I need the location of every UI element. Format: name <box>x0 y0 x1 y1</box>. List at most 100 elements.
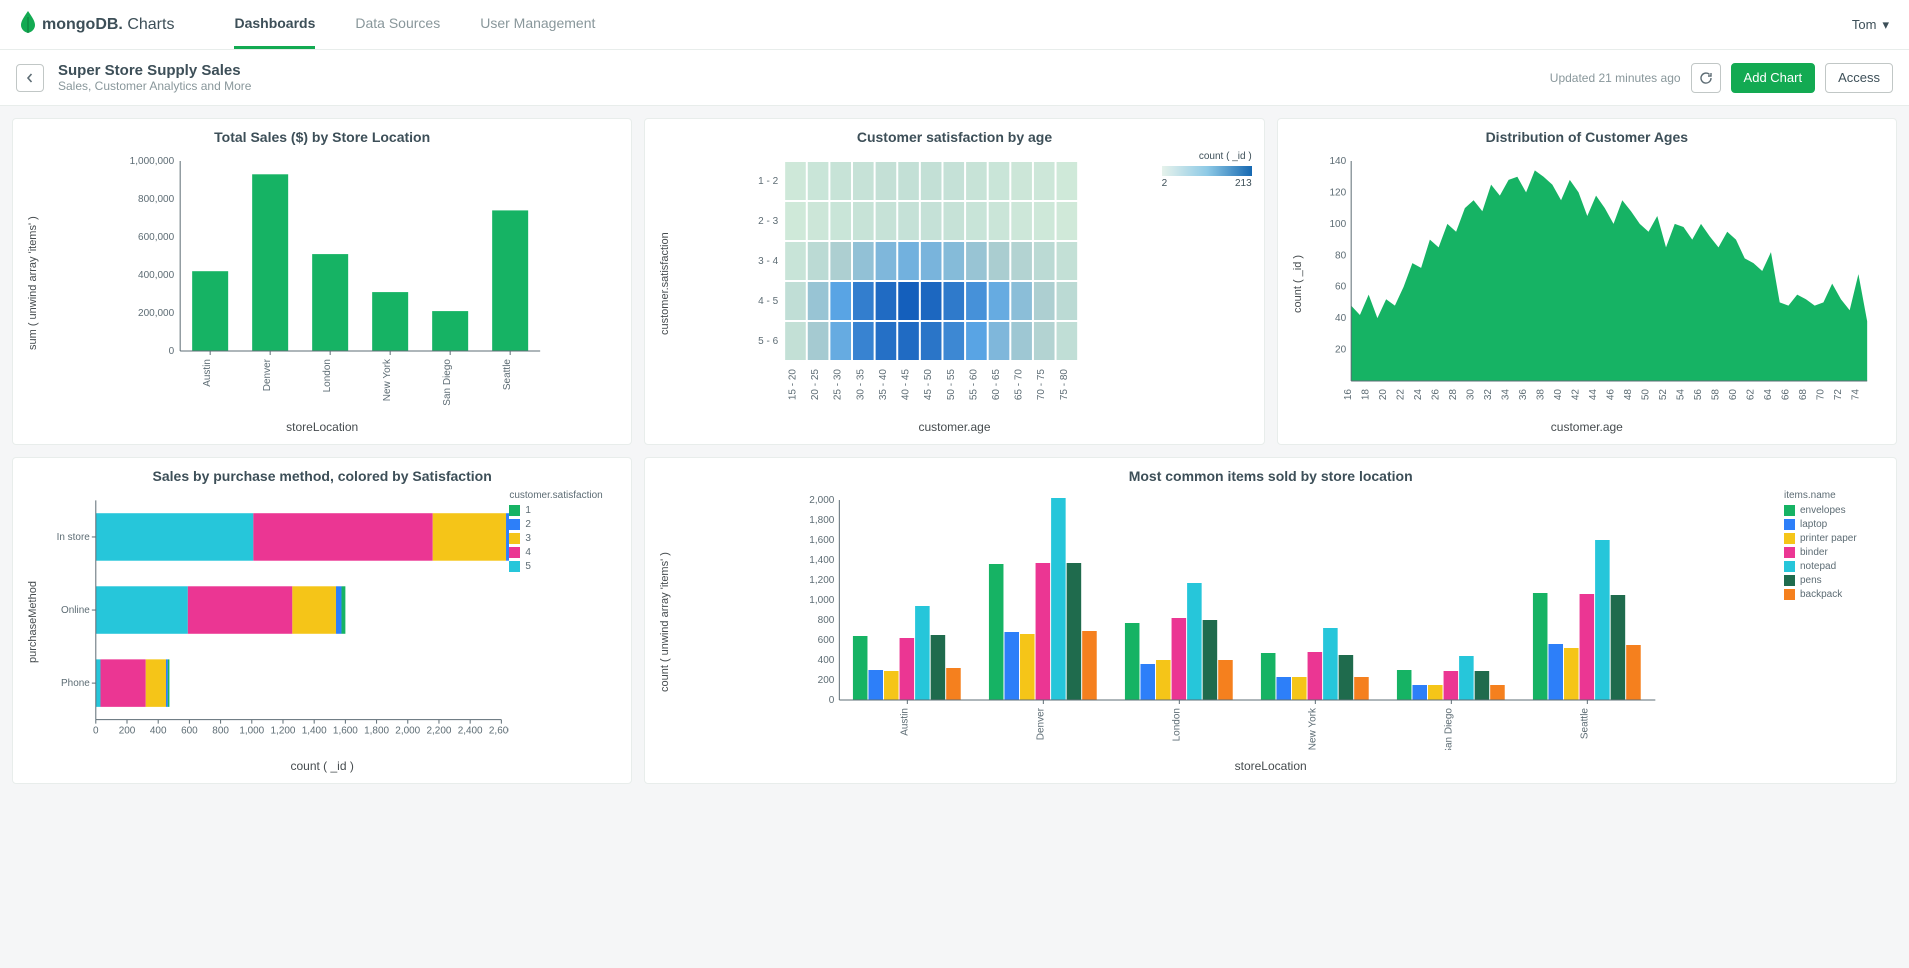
chevron-left-icon <box>25 73 35 83</box>
svg-text:1,600: 1,600 <box>810 535 835 546</box>
tab-data-sources[interactable]: Data Sources <box>355 0 440 49</box>
chart-satisfaction-heatmap[interactable]: Customer satisfaction by age customer.sa… <box>644 118 1264 445</box>
area-chart-svg: 2040608010012014016182022242628303234363… <box>1306 151 1884 411</box>
svg-text:Austin: Austin <box>202 359 213 387</box>
svg-text:800,000: 800,000 <box>138 194 175 205</box>
svg-text:20 - 25: 20 - 25 <box>810 369 821 401</box>
svg-text:2,200: 2,200 <box>427 726 452 737</box>
leaf-icon <box>20 11 36 39</box>
svg-text:2,400: 2,400 <box>458 726 483 737</box>
legend-item: 1 <box>509 505 619 516</box>
svg-text:2,000: 2,000 <box>395 726 420 737</box>
x-axis-label: storeLocation <box>25 420 619 434</box>
legend: items.name envelopeslaptopprinter paperb… <box>1784 490 1884 755</box>
legend-item: 3 <box>509 533 619 544</box>
sub-actions: Updated 21 minutes ago Add Chart Access <box>1550 63 1893 93</box>
chart-total-sales[interactable]: Total Sales ($) by Store Location sum ( … <box>12 118 632 445</box>
updated-label: Updated 21 minutes ago <box>1550 71 1681 85</box>
svg-text:55 - 60: 55 - 60 <box>969 369 980 401</box>
legend-title: customer.satisfaction <box>509 490 619 501</box>
svg-text:66: 66 <box>1780 389 1791 401</box>
svg-text:400,000: 400,000 <box>138 270 175 281</box>
chart-title: Customer satisfaction by age <box>657 129 1251 145</box>
legend-title: count ( _id ) <box>1162 151 1252 162</box>
svg-text:26: 26 <box>1430 389 1441 401</box>
svg-text:70: 70 <box>1815 389 1826 401</box>
svg-text:40: 40 <box>1553 389 1564 401</box>
back-button[interactable] <box>16 64 44 92</box>
svg-text:Seattle: Seattle <box>1580 708 1591 740</box>
legend-item: 5 <box>509 561 619 572</box>
svg-text:400: 400 <box>818 655 835 666</box>
svg-text:35 - 40: 35 - 40 <box>878 369 889 401</box>
y-axis-label: purchaseMethod <box>25 490 41 755</box>
svg-text:42: 42 <box>1570 389 1581 401</box>
svg-text:45 - 50: 45 - 50 <box>923 369 934 401</box>
svg-text:48: 48 <box>1623 389 1634 401</box>
tab-dashboards[interactable]: Dashboards <box>234 0 315 49</box>
svg-text:1,200: 1,200 <box>810 575 835 586</box>
x-axis-label: count ( _id ) <box>25 759 619 773</box>
svg-text:San Diego: San Diego <box>1444 708 1455 750</box>
svg-text:34: 34 <box>1500 389 1511 401</box>
svg-text:London: London <box>322 359 333 392</box>
heatmap-svg: 1 - 22 - 33 - 44 - 55 - 615 - 2020 - 252… <box>673 151 1155 411</box>
svg-text:3 - 4: 3 - 4 <box>758 256 778 267</box>
svg-text:4 - 5: 4 - 5 <box>758 296 778 307</box>
svg-text:Denver: Denver <box>262 358 273 391</box>
chart-age-distribution[interactable]: Distribution of Customer Ages count ( _i… <box>1277 118 1897 445</box>
svg-text:Seattle: Seattle <box>502 359 513 391</box>
svg-text:30: 30 <box>1465 389 1476 401</box>
svg-text:1,400: 1,400 <box>810 555 835 566</box>
svg-text:200,000: 200,000 <box>138 308 175 319</box>
svg-text:32: 32 <box>1483 389 1494 401</box>
svg-text:800: 800 <box>818 615 835 626</box>
svg-text:38: 38 <box>1535 389 1546 401</box>
stacked-bar-svg: 02004006008001,0001,2001,4001,6001,8002,… <box>41 490 509 750</box>
svg-text:50: 50 <box>1640 389 1651 401</box>
svg-text:1,400: 1,400 <box>302 726 327 737</box>
top-nav: mongoDB. Charts Dashboards Data Sources … <box>0 0 1909 50</box>
svg-text:New York: New York <box>382 358 393 401</box>
svg-text:5 - 6: 5 - 6 <box>758 336 778 347</box>
svg-text:In store: In store <box>57 532 91 543</box>
add-chart-button[interactable]: Add Chart <box>1731 63 1816 93</box>
refresh-icon <box>1699 71 1713 85</box>
x-axis-label: storeLocation <box>657 759 1884 773</box>
svg-text:0: 0 <box>829 695 835 706</box>
svg-text:22: 22 <box>1395 389 1406 401</box>
caret-down-icon: ▾ <box>1882 17 1889 33</box>
dashboard-grid: Total Sales ($) by Store Location sum ( … <box>0 106 1909 796</box>
svg-text:1 - 2: 1 - 2 <box>758 176 778 187</box>
svg-text:54: 54 <box>1675 389 1686 401</box>
grouped-bar-svg: 02004006008001,0001,2001,4001,6001,8002,… <box>673 490 1784 750</box>
svg-text:68: 68 <box>1798 389 1809 401</box>
svg-text:0: 0 <box>169 346 175 357</box>
legend-item: pens <box>1784 575 1884 586</box>
svg-text:600,000: 600,000 <box>138 232 175 243</box>
access-button[interactable]: Access <box>1825 63 1893 93</box>
svg-text:18: 18 <box>1360 389 1371 401</box>
svg-text:25 - 30: 25 - 30 <box>833 369 844 401</box>
svg-text:800: 800 <box>212 726 229 737</box>
legend-item: 2 <box>509 519 619 530</box>
x-axis-label: customer.age <box>657 420 1251 434</box>
svg-text:70 - 75: 70 - 75 <box>1037 369 1048 401</box>
svg-text:20: 20 <box>1335 345 1347 356</box>
user-menu[interactable]: Tom ▾ <box>1852 17 1889 33</box>
chart-items-by-location[interactable]: Most common items sold by store location… <box>644 457 1897 784</box>
legend-item: notepad <box>1784 561 1884 572</box>
brand-bold: mongoDB. <box>42 16 123 33</box>
svg-text:60 - 65: 60 - 65 <box>991 369 1002 401</box>
svg-text:24: 24 <box>1413 389 1424 401</box>
svg-text:60: 60 <box>1335 282 1347 293</box>
tab-user-management[interactable]: User Management <box>480 0 595 49</box>
chart-title: Distribution of Customer Ages <box>1290 129 1884 145</box>
svg-text:200: 200 <box>119 726 136 737</box>
dashboard-title: Super Store Supply Sales <box>58 62 251 79</box>
refresh-button[interactable] <box>1691 63 1721 93</box>
sub-header: Super Store Supply Sales Sales, Customer… <box>0 50 1909 106</box>
chart-purchase-method[interactable]: Sales by purchase method, colored by Sat… <box>12 457 632 784</box>
svg-text:1,000: 1,000 <box>239 726 264 737</box>
svg-text:75 - 80: 75 - 80 <box>1059 369 1070 401</box>
